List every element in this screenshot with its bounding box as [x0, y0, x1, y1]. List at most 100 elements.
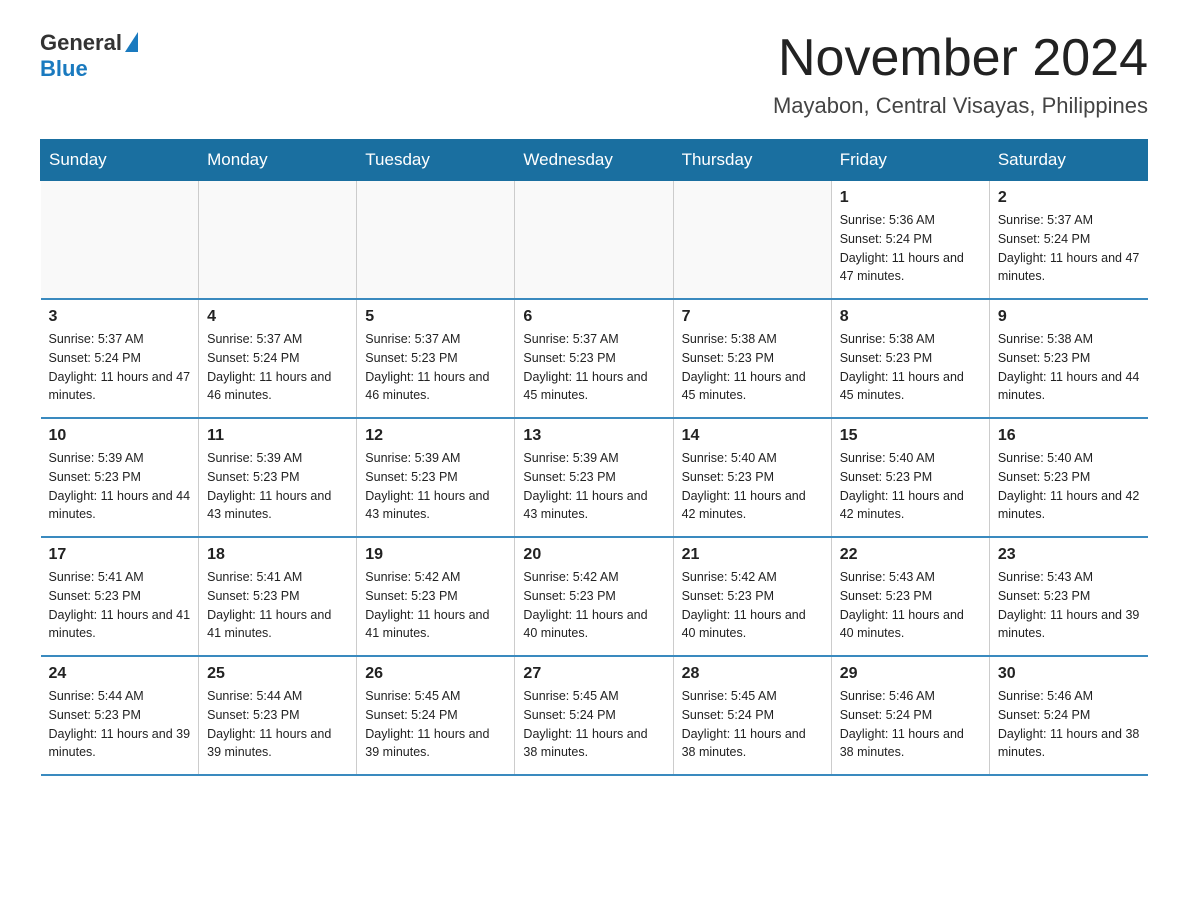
- day-info: Sunrise: 5:39 AMSunset: 5:23 PMDaylight:…: [365, 449, 506, 524]
- day-info: Sunrise: 5:40 AMSunset: 5:23 PMDaylight:…: [840, 449, 981, 524]
- calendar-cell: 12 Sunrise: 5:39 AMSunset: 5:23 PMDayligh…: [357, 418, 515, 537]
- day-info: Sunrise: 5:44 AMSunset: 5:23 PMDaylight:…: [207, 687, 348, 762]
- weekday-header-row: SundayMondayTuesdayWednesdayThursdayFrid…: [41, 140, 1148, 181]
- day-number: 18: [207, 546, 348, 564]
- calendar-cell: 15Sunrise: 5:40 AMSunset: 5:23 PMDayligh…: [831, 418, 989, 537]
- calendar-cell: 19 Sunrise: 5:42 AMSunset: 5:23 PMDayligh…: [357, 537, 515, 656]
- calendar-week-row: 17 Sunrise: 5:41 AMSunset: 5:23 PMDayligh…: [41, 537, 1148, 656]
- weekday-header: Sunday: [41, 140, 199, 181]
- calendar-header: SundayMondayTuesdayWednesdayThursdayFrid…: [41, 140, 1148, 181]
- month-title: November 2024: [773, 30, 1148, 87]
- logo-triangle-icon: [125, 32, 138, 52]
- calendar-cell: 23 Sunrise: 5:43 AMSunset: 5:23 PMDayligh…: [989, 537, 1147, 656]
- calendar-cell: 5 Sunrise: 5:37 AMSunset: 5:23 PMDaylight…: [357, 299, 515, 418]
- day-number: 1: [840, 189, 981, 207]
- calendar-cell: 4Sunrise: 5:37 AMSunset: 5:24 PMDaylight…: [199, 299, 357, 418]
- day-number: 19: [365, 546, 506, 564]
- location-title: Mayabon, Central Visayas, Philippines: [773, 93, 1148, 119]
- calendar-cell: 25Sunrise: 5:44 AMSunset: 5:23 PMDayligh…: [199, 656, 357, 775]
- day-info: Sunrise: 5:45 AMSunset: 5:24 PMDaylight:…: [365, 687, 506, 762]
- weekday-header: Tuesday: [357, 140, 515, 181]
- day-number: 29: [840, 665, 981, 683]
- day-number: 6: [523, 308, 664, 326]
- weekday-header: Wednesday: [515, 140, 673, 181]
- day-info: Sunrise: 5:39 AMSunset: 5:23 PMDaylight:…: [49, 449, 191, 524]
- day-info: Sunrise: 5:41 AMSunset: 5:23 PMDaylight:…: [207, 568, 348, 643]
- calendar-cell: 26 Sunrise: 5:45 AMSunset: 5:24 PMDayligh…: [357, 656, 515, 775]
- day-info: Sunrise: 5:45 AMSunset: 5:24 PMDaylight:…: [682, 687, 823, 762]
- day-number: 9: [998, 308, 1140, 326]
- calendar-cell: [673, 181, 831, 300]
- day-info: Sunrise: 5:44 AMSunset: 5:23 PMDaylight:…: [49, 687, 191, 762]
- day-number: 5: [365, 308, 506, 326]
- calendar-cell: 18 Sunrise: 5:41 AMSunset: 5:23 PMDayligh…: [199, 537, 357, 656]
- calendar-cell: 16 Sunrise: 5:40 AMSunset: 5:23 PMDayligh…: [989, 418, 1147, 537]
- day-info: Sunrise: 5:42 AMSunset: 5:23 PMDaylight:…: [365, 568, 506, 643]
- day-number: 10: [49, 427, 191, 445]
- calendar-cell: 17 Sunrise: 5:41 AMSunset: 5:23 PMDayligh…: [41, 537, 199, 656]
- calendar-cell: [515, 181, 673, 300]
- calendar-cell: [41, 181, 199, 300]
- day-number: 20: [523, 546, 664, 564]
- calendar-cell: 8 Sunrise: 5:38 AMSunset: 5:23 PMDaylight…: [831, 299, 989, 418]
- logo-blue-text: Blue: [40, 56, 88, 81]
- calendar-cell: 2 Sunrise: 5:37 AMSunset: 5:24 PMDaylight…: [989, 181, 1147, 300]
- day-info: Sunrise: 5:39 AMSunset: 5:23 PMDaylight:…: [523, 449, 664, 524]
- day-info: Sunrise: 5:36 AMSunset: 5:24 PMDaylight:…: [840, 211, 981, 286]
- day-info: Sunrise: 5:37 AMSunset: 5:24 PMDaylight:…: [998, 211, 1140, 286]
- calendar-week-row: 10 Sunrise: 5:39 AMSunset: 5:23 PMDayligh…: [41, 418, 1148, 537]
- day-info: Sunrise: 5:46 AMSunset: 5:24 PMDaylight:…: [998, 687, 1140, 762]
- day-number: 14: [682, 427, 823, 445]
- day-info: Sunrise: 5:42 AMSunset: 5:23 PMDaylight:…: [682, 568, 823, 643]
- day-number: 24: [49, 665, 191, 683]
- day-number: 7: [682, 308, 823, 326]
- day-number: 30: [998, 665, 1140, 683]
- title-area: November 2024 Mayabon, Central Visayas, …: [773, 30, 1148, 119]
- day-info: Sunrise: 5:38 AMSunset: 5:23 PMDaylight:…: [682, 330, 823, 405]
- day-info: Sunrise: 5:46 AMSunset: 5:24 PMDaylight:…: [840, 687, 981, 762]
- calendar-week-row: 1 Sunrise: 5:36 AMSunset: 5:24 PMDaylight…: [41, 181, 1148, 300]
- calendar-cell: [199, 181, 357, 300]
- day-info: Sunrise: 5:43 AMSunset: 5:23 PMDaylight:…: [998, 568, 1140, 643]
- calendar-cell: 24 Sunrise: 5:44 AMSunset: 5:23 PMDayligh…: [41, 656, 199, 775]
- day-number: 12: [365, 427, 506, 445]
- calendar-cell: 30 Sunrise: 5:46 AMSunset: 5:24 PMDayligh…: [989, 656, 1147, 775]
- day-info: Sunrise: 5:37 AMSunset: 5:23 PMDaylight:…: [365, 330, 506, 405]
- day-number: 2: [998, 189, 1140, 207]
- page-header: General Blue November 2024 Mayabon, Cent…: [40, 30, 1148, 119]
- day-number: 16: [998, 427, 1140, 445]
- day-number: 27: [523, 665, 664, 683]
- calendar-week-row: 24 Sunrise: 5:44 AMSunset: 5:23 PMDayligh…: [41, 656, 1148, 775]
- day-info: Sunrise: 5:41 AMSunset: 5:23 PMDaylight:…: [49, 568, 191, 643]
- day-number: 26: [365, 665, 506, 683]
- logo: General Blue: [40, 30, 138, 82]
- calendar-cell: 6Sunrise: 5:37 AMSunset: 5:23 PMDaylight…: [515, 299, 673, 418]
- calendar-week-row: 3Sunrise: 5:37 AMSunset: 5:24 PMDaylight…: [41, 299, 1148, 418]
- weekday-header: Monday: [199, 140, 357, 181]
- calendar-table: SundayMondayTuesdayWednesdayThursdayFrid…: [40, 139, 1148, 776]
- day-number: 11: [207, 427, 348, 445]
- day-number: 28: [682, 665, 823, 683]
- day-number: 8: [840, 308, 981, 326]
- day-number: 17: [49, 546, 191, 564]
- calendar-cell: 22Sunrise: 5:43 AMSunset: 5:23 PMDayligh…: [831, 537, 989, 656]
- calendar-cell: 14 Sunrise: 5:40 AMSunset: 5:23 PMDayligh…: [673, 418, 831, 537]
- calendar-body: 1 Sunrise: 5:36 AMSunset: 5:24 PMDaylight…: [41, 181, 1148, 776]
- day-info: Sunrise: 5:37 AMSunset: 5:24 PMDaylight:…: [49, 330, 191, 405]
- day-number: 23: [998, 546, 1140, 564]
- calendar-cell: 21 Sunrise: 5:42 AMSunset: 5:23 PMDayligh…: [673, 537, 831, 656]
- weekday-header: Thursday: [673, 140, 831, 181]
- calendar-cell: 9Sunrise: 5:38 AMSunset: 5:23 PMDaylight…: [989, 299, 1147, 418]
- day-info: Sunrise: 5:39 AMSunset: 5:23 PMDaylight:…: [207, 449, 348, 524]
- calendar-cell: 27Sunrise: 5:45 AMSunset: 5:24 PMDayligh…: [515, 656, 673, 775]
- day-info: Sunrise: 5:38 AMSunset: 5:23 PMDaylight:…: [840, 330, 981, 405]
- calendar-cell: 7 Sunrise: 5:38 AMSunset: 5:23 PMDaylight…: [673, 299, 831, 418]
- weekday-header: Saturday: [989, 140, 1147, 181]
- calendar-cell: 10 Sunrise: 5:39 AMSunset: 5:23 PMDayligh…: [41, 418, 199, 537]
- day-info: Sunrise: 5:40 AMSunset: 5:23 PMDaylight:…: [998, 449, 1140, 524]
- day-number: 21: [682, 546, 823, 564]
- day-number: 13: [523, 427, 664, 445]
- day-info: Sunrise: 5:40 AMSunset: 5:23 PMDaylight:…: [682, 449, 823, 524]
- calendar-cell: 29 Sunrise: 5:46 AMSunset: 5:24 PMDayligh…: [831, 656, 989, 775]
- calendar-cell: 20Sunrise: 5:42 AMSunset: 5:23 PMDayligh…: [515, 537, 673, 656]
